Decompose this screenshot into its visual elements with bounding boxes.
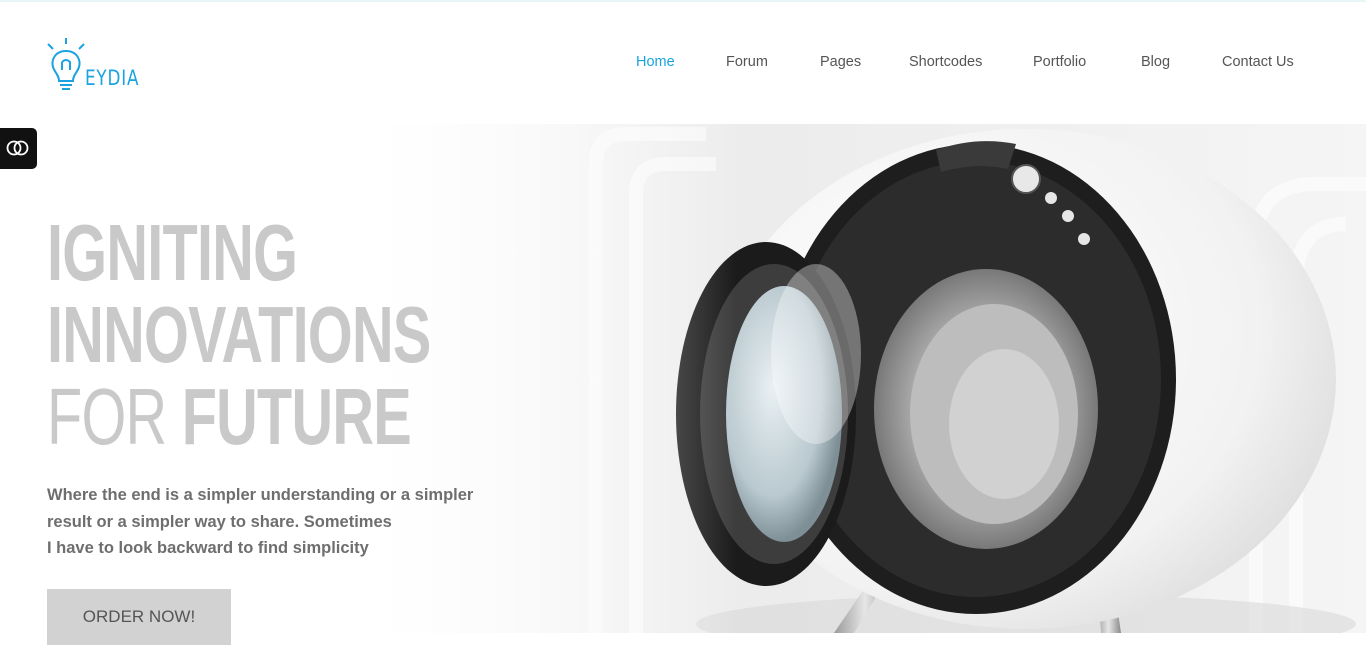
nav-portfolio[interactable]: Portfolio [1033,54,1086,70]
lead-line-2: result or a simpler way to share. Someti… [47,512,392,531]
nav-shortcodes[interactable]: Shortcodes [909,54,982,70]
nav-home[interactable]: Home [636,54,675,70]
nav-forum[interactable]: Forum [726,54,768,70]
toggle-icon [6,140,29,156]
headline-line-2: INNOVATIONS [47,290,431,379]
nav-pages[interactable]: Pages [820,54,861,70]
headline-line-1: IGNITING [47,208,298,297]
hero-headline: IGNITING INNOVATIONS FOR FUTURE [47,212,580,458]
main-nav: Home Forum Pages Shortcodes Portfolio Bl… [0,54,1366,76]
lead-line-3: I have to look backward to find simplici… [47,539,369,557]
lead-line-1: Where the end is a simpler understanding… [47,486,474,504]
headline-future: FUTURE [181,372,412,461]
nav-contact-us[interactable]: Contact Us [1222,54,1294,70]
headline-for: FOR [47,372,167,461]
site-header: EYDIA Home Forum Pages Shortcodes Portfo… [0,0,1366,122]
order-now-button[interactable]: ORDER NOW! [47,589,231,645]
style-switcher-toggle[interactable] [0,128,37,169]
headline-line-3: FOR FUTURE [47,376,431,458]
nav-blog[interactable]: Blog [1141,54,1170,70]
hero-lead-text: Where the end is a simpler understanding… [47,482,477,562]
